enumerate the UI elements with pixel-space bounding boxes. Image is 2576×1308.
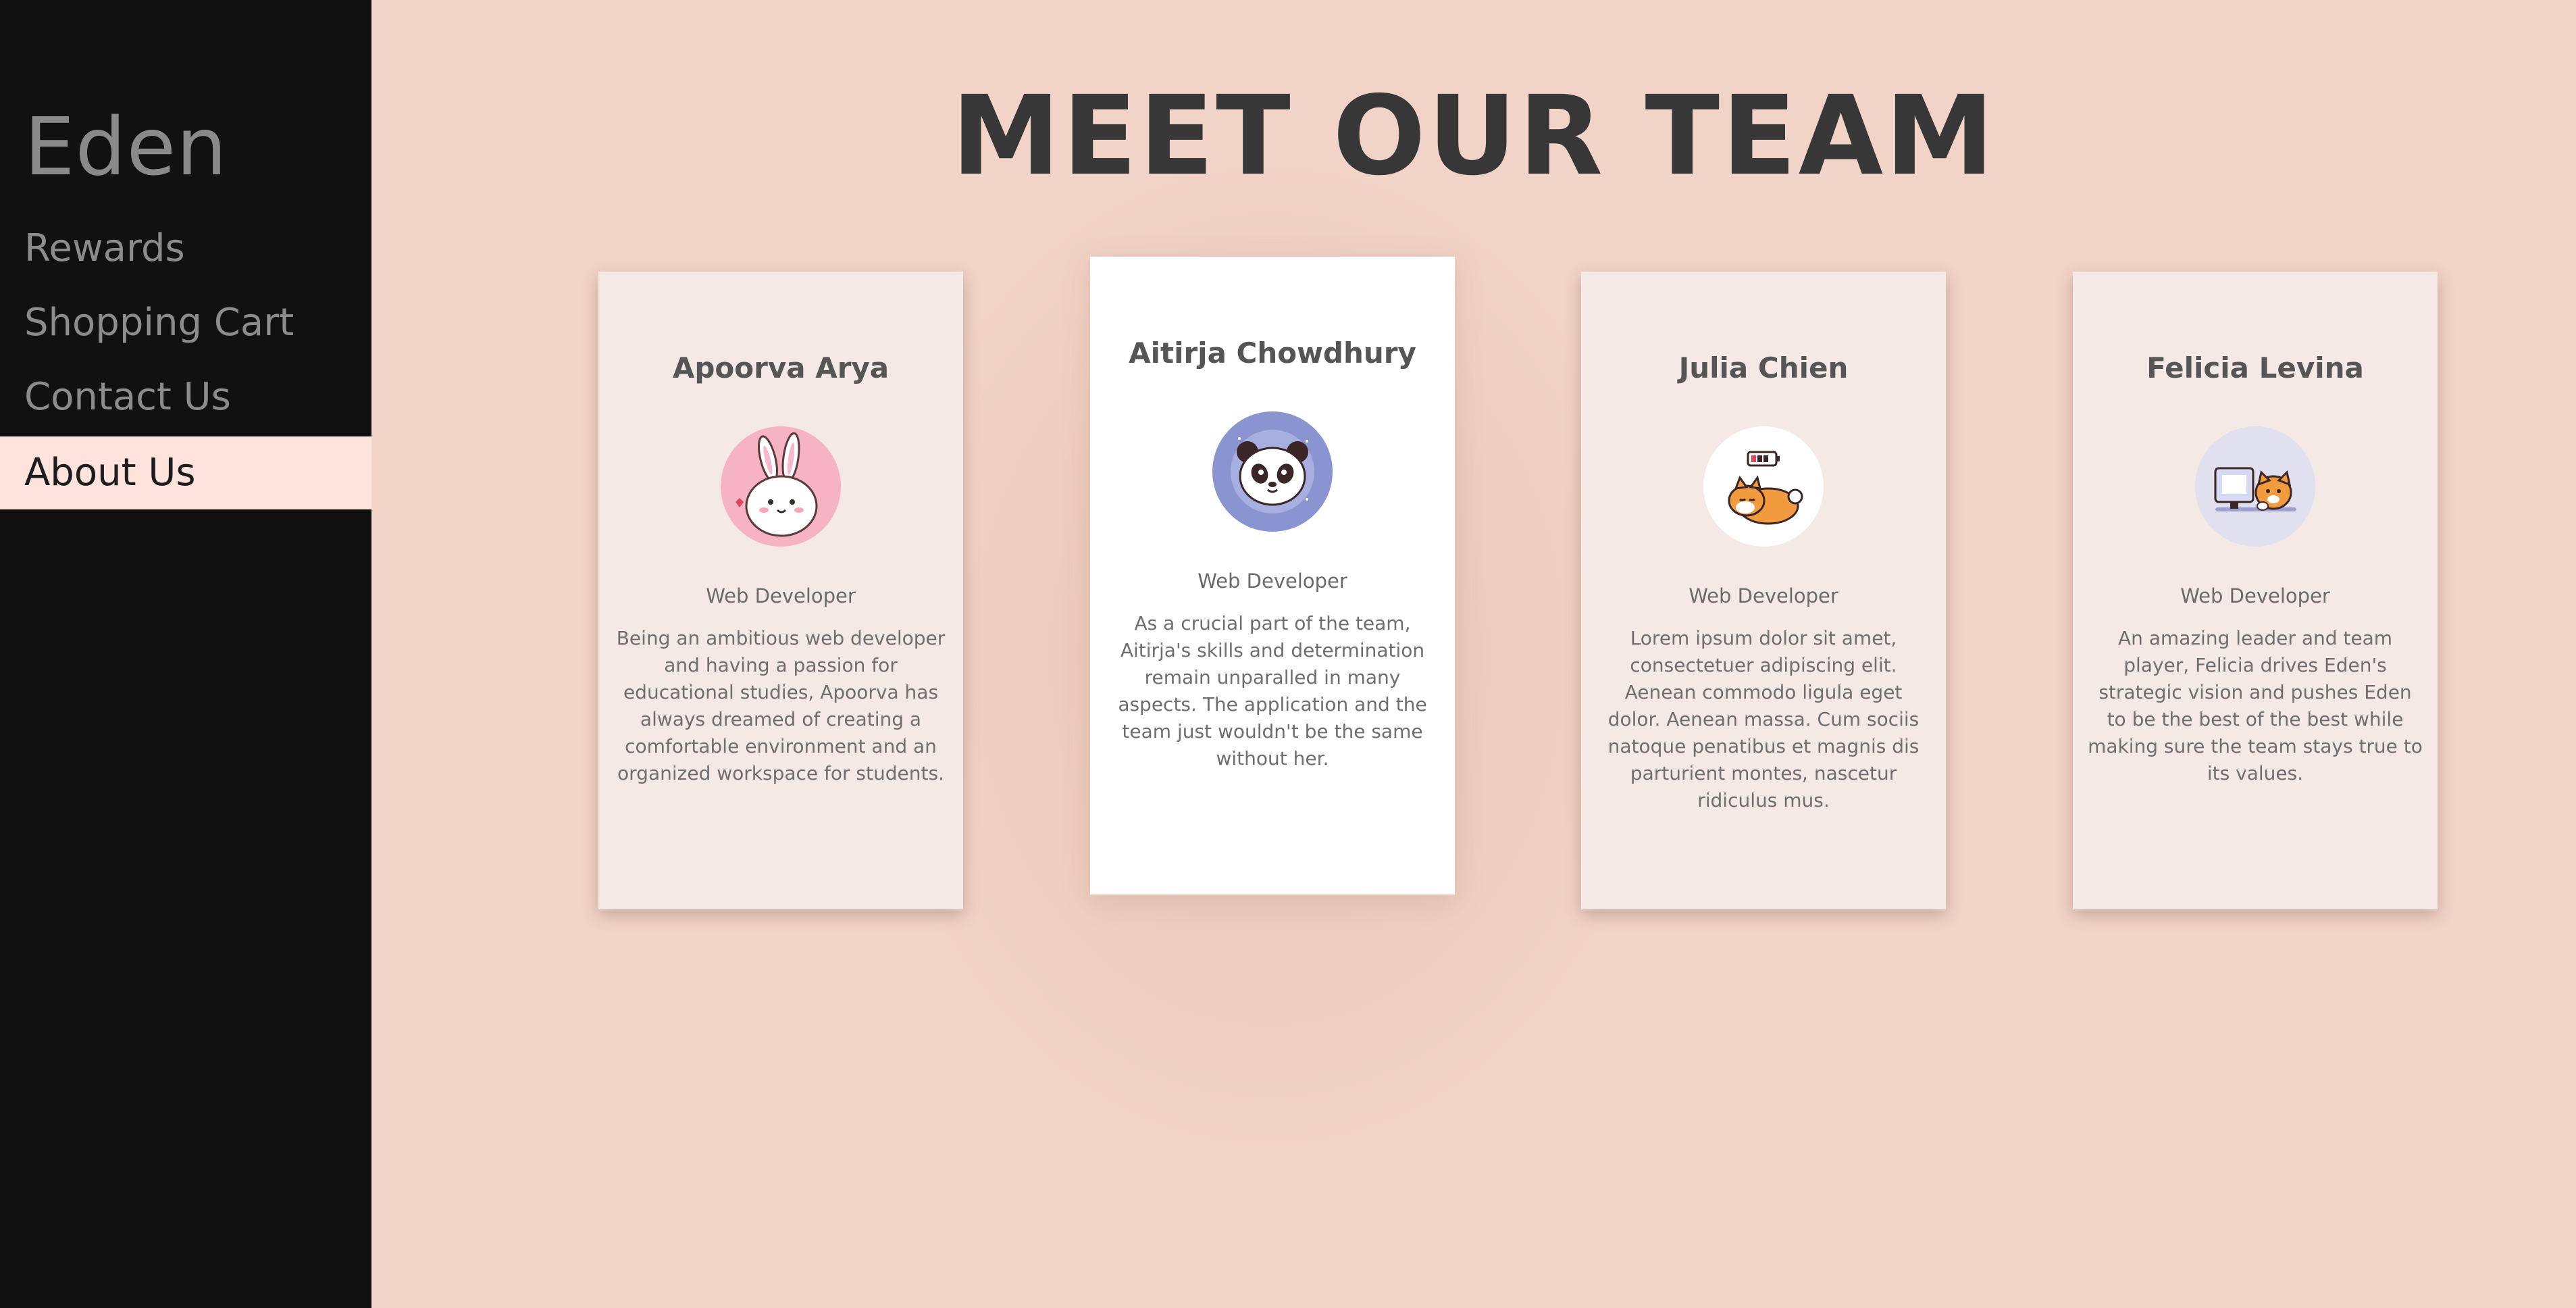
member-bio: Being an ambitious web developer and hav… [616,627,946,784]
member-bio: An amazing leader and team player, Felic… [2088,627,2423,784]
member-name: Aitirja Chowdhury [1129,336,1416,370]
team-card-felicia[interactable]: Felicia Levina Web Developer An amazing … [2073,272,2438,909]
member-role: Web Developer [706,584,856,607]
member-role: Web Developer [2180,584,2330,607]
cat-computer-icon [2195,426,2315,547]
page-title: MEET OUR TEAM [951,73,1997,200]
shiba-dog-icon [1703,426,1824,547]
nav-item-rewards[interactable]: Rewards [0,212,371,285]
team-card-julia[interactable]: Julia Chien Web Developer Lorem ipsum do… [1581,272,1946,909]
brand-logo[interactable]: Eden [24,100,228,193]
member-name: Felicia Levina [2146,351,2364,384]
member-role: Web Developer [1197,570,1347,593]
team-card-apoorva[interactable]: Apoorva Arya Web Developer Being an ambi… [598,272,963,909]
nav-item-contact-us[interactable]: Contact Us [0,361,371,434]
member-role: Web Developer [1689,584,1838,607]
member-name: Apoorva Arya [672,351,890,384]
nav-item-about-us[interactable]: About Us [0,436,371,509]
sidebar: Eden Rewards Shopping Cart Contact Us Ab… [0,0,371,1308]
bunny-icon [721,426,841,547]
member-bio: Lorem ipsum dolor sit amet, consectetuer… [1607,627,1920,811]
nav-item-shopping-cart[interactable]: Shopping Cart [0,286,371,359]
panda-icon [1212,411,1333,532]
team-card-aitirja[interactable]: Aitirja Chowdhury Web Developer As a cru… [1090,257,1455,895]
member-bio: As a crucial part of the team, Aitirja's… [1118,612,1427,770]
member-name: Julia Chien [1678,351,1849,384]
